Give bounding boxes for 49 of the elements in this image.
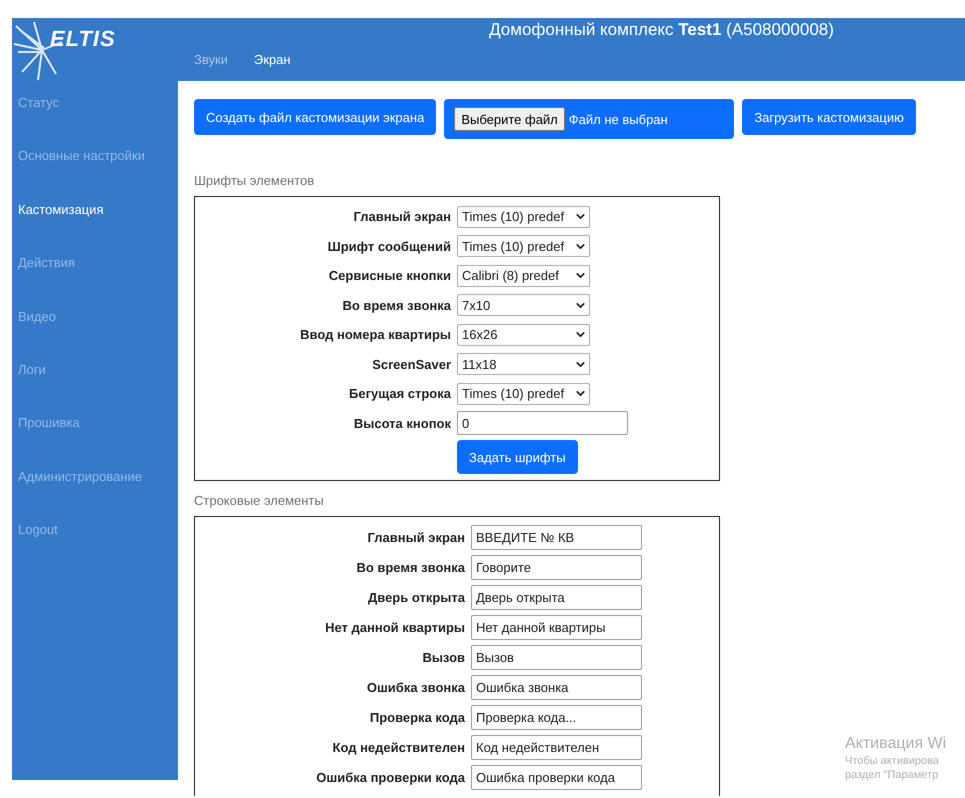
create-file-button[interactable]: Создать файл кастомизации экрана (194, 99, 436, 135)
section-title: Шрифты элементов (194, 173, 316, 188)
input-field[interactable]: 0 (457, 411, 628, 436)
logo-text: ELTIS (50, 26, 116, 52)
activation-notice-title: Активация Wi (845, 735, 946, 753)
file-status: Файл не выбран (568, 112, 668, 126)
input-field[interactable]: Говорите (471, 554, 642, 580)
upload-button[interactable]: Загрузить кастомизацию (742, 99, 916, 135)
choose-file-button[interactable]: Выберите файл (454, 107, 565, 131)
input-field[interactable]: Дверь открыта (471, 584, 642, 610)
field-label: Код недействителен (332, 740, 465, 754)
font-select[interactable]: Times (10) predef (457, 382, 590, 405)
font-select[interactable]: Calibri (8) predef (457, 264, 590, 287)
input-field[interactable]: Ошибка звонка (471, 674, 642, 700)
font-select[interactable]: 16x26 (457, 324, 590, 346)
input-field[interactable]: Вызов (471, 644, 642, 670)
field-label: Во время звонка (341, 298, 451, 313)
field-label: Ошибка звонка (366, 680, 465, 694)
activation-notice-text: раздел "Параметр (845, 769, 940, 781)
file-picker[interactable]: Выберите файл Файл не выбран (444, 99, 734, 139)
field-label: Во время звонка (355, 560, 465, 574)
font-select[interactable]: Times (10) predef (457, 206, 590, 228)
font-select[interactable]: 11x18 (457, 353, 590, 376)
input-field[interactable]: Ошибка проверки кода (471, 764, 642, 790)
field-label: Сервисные кнопки (328, 268, 451, 284)
field-label: ScreenSaver (371, 356, 451, 372)
field-label: Вызов (421, 650, 465, 664)
set-fonts-button[interactable]: Задать шрифты (457, 440, 578, 474)
nav-tab[interactable]: Экран (254, 52, 291, 67)
page-title: Домофонный комплекс Test1 (A508000008) (488, 20, 835, 40)
section-title: Строковые элементы (194, 493, 325, 508)
input-field[interactable]: Нет данной квартиры (471, 614, 642, 640)
field-label: Дверь открыта (367, 590, 465, 604)
sidebar-item[interactable]: Кастомизация (12, 202, 178, 256)
activation-notice-text: Чтобы активирова (845, 755, 940, 767)
field-label: Главный экран (352, 209, 451, 224)
field-label: Ввод номера квартиры (299, 327, 451, 342)
input-field[interactable]: Проверка кода... (471, 704, 642, 730)
font-select[interactable]: 7x10 (457, 294, 590, 316)
field-label: Шрифт сообщений (326, 238, 451, 254)
input-field[interactable]: Код недействителен (471, 734, 642, 760)
field-label: Бегущая строка (348, 386, 451, 402)
field-label: Высота кнопок (352, 416, 451, 431)
field-label: Нет данной квартиры (324, 620, 465, 634)
field-label: Ошибка проверки кода (315, 770, 465, 784)
font-select[interactable]: Times (10) predef (457, 235, 590, 258)
field-label: Проверка кода (368, 710, 465, 724)
input-field[interactable]: ВВЕДИТЕ № КВ (471, 524, 642, 550)
field-label: Главный экран (366, 530, 465, 544)
